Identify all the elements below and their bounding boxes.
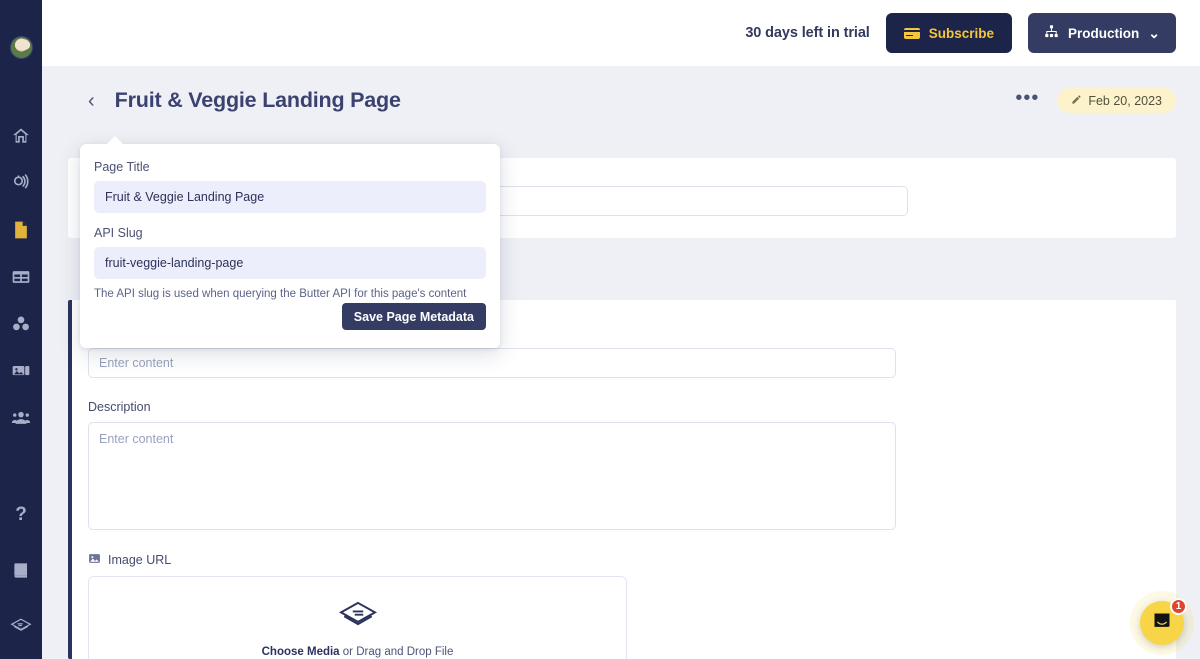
save-page-metadata-button[interactable]: Save Page Metadata — [341, 303, 486, 330]
subscribe-button[interactable]: Subscribe — [885, 13, 1013, 53]
sidebar-item-team[interactable] — [8, 405, 34, 431]
sidebar-item-media[interactable] — [8, 358, 34, 384]
sidebar-nav-primary — [8, 123, 34, 431]
description-textarea[interactable] — [88, 422, 896, 530]
page-metadata-popover: Page Title API Slug The API slug is used… — [80, 136, 500, 348]
chevron-left-icon[interactable]: ‹ — [88, 91, 95, 111]
field-label-description: Description — [88, 400, 151, 414]
page-header: ‹ Fruit & Veggie Landing Page ••• Feb 20… — [42, 66, 1200, 135]
chevron-down-icon: ⌄ — [1148, 25, 1160, 41]
media-dropzone[interactable]: Choose Media or Drag and Drop File — [88, 576, 627, 659]
sidebar: ? — [0, 0, 42, 659]
rss-blog-icon — [11, 173, 31, 193]
subscribe-button-label: Subscribe — [928, 25, 995, 41]
butter-layers-icon — [338, 599, 378, 638]
date-badge[interactable]: Feb 20, 2023 — [1057, 88, 1176, 113]
image-icon — [88, 552, 101, 568]
image-url-label-text: Image URL — [108, 553, 172, 567]
sidebar-item-pages[interactable] — [8, 217, 34, 243]
page-file-icon — [11, 220, 31, 240]
chat-bubble-icon — [1152, 611, 1172, 636]
table-grid-icon — [11, 267, 31, 287]
fields-card: Headline Description Image URL — [68, 300, 1176, 659]
sitemap-icon — [1044, 24, 1059, 42]
app-root: ? 30 days left in trial Subscribe Produc… — [0, 0, 1200, 659]
environment-selector[interactable]: Production ⌄ — [1028, 13, 1176, 53]
chat-launcher-button[interactable]: 1 — [1140, 598, 1187, 645]
media-image-icon — [11, 361, 31, 381]
sidebar-item-collections[interactable] — [8, 264, 34, 290]
sidebar-item-components[interactable] — [8, 311, 34, 337]
choose-media-link[interactable]: Choose Media — [262, 646, 340, 658]
trial-status-text: 30 days left in trial — [745, 25, 870, 41]
popover-page-title-label: Page Title — [94, 160, 150, 174]
field-label-image-url: Image URL — [88, 552, 1176, 568]
sidebar-item-docs[interactable] — [8, 557, 34, 583]
page-title: Fruit & Veggie Landing Page — [114, 88, 401, 112]
chat-unread-badge: 1 — [1170, 598, 1187, 615]
date-badge-label: Feb 20, 2023 — [1088, 93, 1162, 108]
sidebar-item-brand[interactable] — [8, 613, 34, 639]
headline-input[interactable] — [88, 348, 896, 378]
api-slug-hint: The API slug is used when querying the B… — [94, 288, 467, 300]
question-mark-icon: ? — [15, 503, 27, 525]
overflow-menu-button[interactable]: ••• — [1015, 88, 1039, 109]
components-icon — [11, 314, 31, 334]
sidebar-item-home[interactable] — [8, 123, 34, 149]
users-icon — [11, 408, 31, 428]
page-title-input[interactable] — [94, 181, 486, 213]
sidebar-item-blog[interactable] — [8, 170, 34, 196]
sidebar-item-help[interactable]: ? — [8, 501, 34, 527]
popover-api-slug-label: API Slug — [94, 226, 143, 240]
credit-card-icon — [903, 27, 920, 39]
dropzone-text: Choose Media or Drag and Drop File — [262, 646, 454, 658]
pencil-icon — [1071, 94, 1082, 108]
dropzone-rest-text: or Drag and Drop File — [339, 646, 454, 658]
topbar: 30 days left in trial Subscribe Producti… — [42, 0, 1200, 66]
butter-layers-icon — [10, 615, 32, 637]
sidebar-nav-secondary: ? — [8, 501, 34, 639]
page-header-actions: ••• Feb 20, 2023 — [1015, 88, 1176, 113]
api-slug-input[interactable] — [94, 247, 486, 279]
home-icon — [11, 126, 31, 146]
avatar[interactable] — [9, 36, 33, 59]
book-icon — [12, 561, 31, 580]
environment-label: Production — [1068, 25, 1140, 41]
